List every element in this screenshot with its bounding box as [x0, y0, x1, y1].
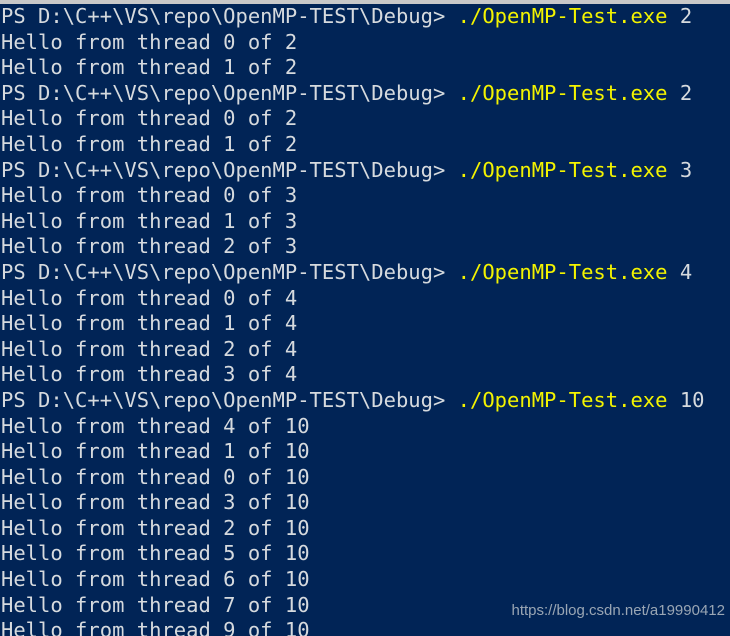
prompt-command: ./OpenMP-Test.exe — [457, 259, 668, 284]
prompt-argument: 2 — [667, 80, 693, 105]
output-text: Hello from thread 9 of 10 — [1, 618, 310, 636]
prompt-path: PS D:\C++\VS\repo\OpenMP-TEST\Debug> — [1, 387, 458, 412]
prompt-command: ./OpenMP-Test.exe — [457, 80, 668, 105]
console-output-line: Hello from thread 1 of 2 — [0, 55, 730, 81]
console-output-line: Hello from thread 0 of 3 — [0, 183, 730, 209]
console-output-line: Hello from thread 2 of 4 — [0, 337, 730, 363]
prompt-command: ./OpenMP-Test.exe — [457, 4, 668, 28]
prompt-command: ./OpenMP-Test.exe — [457, 387, 668, 412]
console-prompt-line: PS D:\C++\VS\repo\OpenMP-TEST\Debug> ./O… — [0, 158, 730, 184]
console-output-line: Hello from thread 0 of 4 — [0, 286, 730, 312]
console-output-line: Hello from thread 2 of 10 — [0, 516, 730, 542]
console-output-line: Hello from thread 1 of 10 — [0, 439, 730, 465]
output-text: Hello from thread 3 of 10 — [1, 490, 310, 515]
output-text: Hello from thread 5 of 10 — [1, 541, 310, 566]
console-output-line: Hello from thread 1 of 3 — [0, 209, 730, 235]
output-text: Hello from thread 7 of 10 — [1, 592, 310, 617]
output-text: Hello from thread 1 of 2 — [1, 131, 298, 156]
output-text: Hello from thread 2 of 4 — [1, 336, 298, 361]
prompt-argument: 2 — [667, 4, 693, 28]
console-output-area[interactable]: PS D:\C++\VS\repo\OpenMP-TEST\Debug> ./O… — [0, 4, 730, 636]
console-output-line: Hello from thread 9 of 10 — [0, 618, 730, 636]
output-text: Hello from thread 1 of 3 — [1, 208, 298, 233]
console-prompt-line: PS D:\C++\VS\repo\OpenMP-TEST\Debug> ./O… — [0, 388, 730, 414]
output-text: Hello from thread 0 of 2 — [1, 29, 298, 54]
prompt-command: ./OpenMP-Test.exe — [457, 157, 668, 182]
output-text: Hello from thread 0 of 2 — [1, 106, 298, 131]
output-text: Hello from thread 1 of 2 — [1, 55, 298, 80]
prompt-argument: 3 — [667, 157, 693, 182]
console-output-line: Hello from thread 0 of 10 — [0, 465, 730, 491]
prompt-path: PS D:\C++\VS\repo\OpenMP-TEST\Debug> — [1, 80, 458, 105]
output-text: Hello from thread 6 of 10 — [1, 567, 310, 592]
console-output-line: Hello from thread 4 of 10 — [0, 414, 730, 440]
output-text: Hello from thread 1 of 10 — [1, 439, 310, 464]
output-text: Hello from thread 0 of 3 — [1, 183, 298, 208]
prompt-path: PS D:\C++\VS\repo\OpenMP-TEST\Debug> — [1, 259, 458, 284]
console-output-line: Hello from thread 1 of 2 — [0, 132, 730, 158]
output-text: Hello from thread 0 of 4 — [1, 285, 298, 310]
watermark-text: https://blog.csdn.net/a19990412 — [511, 602, 725, 619]
window-top-edge-strip — [0, 0, 730, 4]
output-text: Hello from thread 2 of 3 — [1, 234, 298, 259]
output-text: Hello from thread 2 of 10 — [1, 515, 310, 540]
prompt-path: PS D:\C++\VS\repo\OpenMP-TEST\Debug> — [1, 4, 458, 28]
output-text: Hello from thread 1 of 4 — [1, 311, 298, 336]
console-prompt-line: PS D:\C++\VS\repo\OpenMP-TEST\Debug> ./O… — [0, 81, 730, 107]
powershell-console-window[interactable]: PS D:\C++\VS\repo\OpenMP-TEST\Debug> ./O… — [0, 0, 730, 636]
prompt-argument: 4 — [667, 259, 693, 284]
output-text: Hello from thread 0 of 10 — [1, 464, 310, 489]
console-output-line: Hello from thread 6 of 10 — [0, 567, 730, 593]
output-text: Hello from thread 4 of 10 — [1, 413, 310, 438]
console-output-line: Hello from thread 2 of 3 — [0, 234, 730, 260]
console-prompt-line: PS D:\C++\VS\repo\OpenMP-TEST\Debug> ./O… — [0, 4, 730, 30]
console-output-line: Hello from thread 5 of 10 — [0, 541, 730, 567]
prompt-argument: 10 — [667, 387, 705, 412]
console-output-line: Hello from thread 3 of 4 — [0, 362, 730, 388]
console-output-line: Hello from thread 3 of 10 — [0, 490, 730, 516]
console-prompt-line: PS D:\C++\VS\repo\OpenMP-TEST\Debug> ./O… — [0, 260, 730, 286]
console-output-line: Hello from thread 1 of 4 — [0, 311, 730, 337]
console-output-line: Hello from thread 0 of 2 — [0, 30, 730, 56]
console-output-line: Hello from thread 0 of 2 — [0, 106, 730, 132]
prompt-path: PS D:\C++\VS\repo\OpenMP-TEST\Debug> — [1, 157, 458, 182]
output-text: Hello from thread 3 of 4 — [1, 362, 298, 387]
